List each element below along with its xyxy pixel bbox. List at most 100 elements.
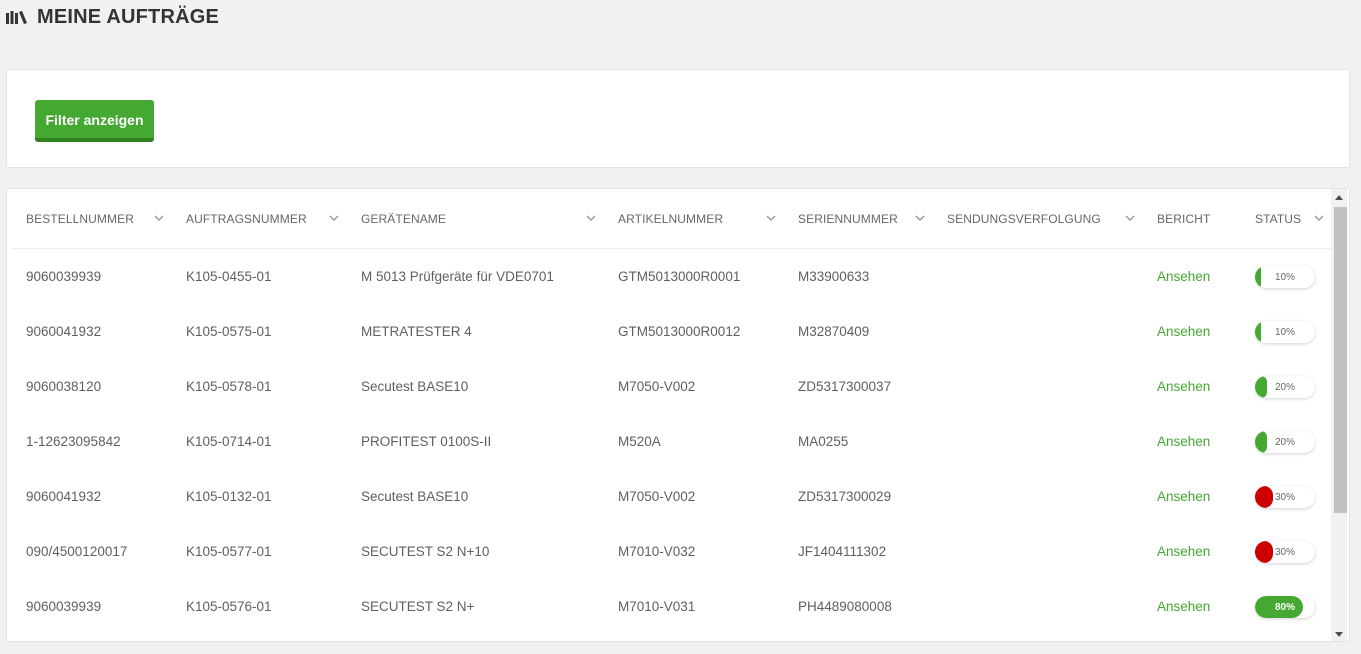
cell-auftragsnummer: K105-0575-01	[186, 324, 272, 339]
chevron-down-icon[interactable]	[328, 213, 340, 223]
cell-seriennummer: M33900633	[798, 269, 870, 284]
column-header-seriennummer[interactable]: SERIENNUMMER	[783, 189, 932, 249]
table-row: 1-12623095842 K105-0714-01 PROFITEST 0100S…	[11, 414, 1331, 469]
status-percent-label: 30%	[1274, 491, 1295, 503]
vertical-scrollbar[interactable]	[1331, 189, 1347, 641]
orders-table-card: BESTELLNUMMER AUFTRAGSNUMMER GERÄTENAME ART…	[6, 188, 1350, 642]
table-row: 9060039939 K105-0455-01 M 5013 Prüfgeräte …	[11, 249, 1331, 304]
column-header-label: ARTIKELNUMMER	[618, 212, 724, 226]
cell-geraetename: Secutest BASE10	[361, 379, 469, 394]
scrollbar-thumb[interactable]	[1334, 207, 1347, 513]
view-report-link[interactable]: Ansehen	[1142, 304, 1240, 359]
cell-artikelnummer: M7050-V002	[618, 379, 696, 394]
status-percent-label: 10%	[1274, 326, 1295, 338]
column-header-label: STATUS	[1255, 212, 1302, 226]
status-progress-bar: 80%	[1255, 596, 1315, 618]
cell-bestellnummer: 1-12623095842	[26, 434, 121, 449]
cell-seriennummer: JF1404111302	[798, 544, 887, 559]
status-progress-bar: 30%	[1255, 541, 1315, 563]
cell-artikelnummer: M7010-V032	[618, 544, 696, 559]
cell-sendungsverfolgung	[932, 414, 1142, 469]
column-header-status[interactable]: STATUS	[1240, 189, 1331, 249]
cell-artikelnummer: GTM5013000R0012	[618, 324, 741, 339]
cell-auftragsnummer: K105-0132-01	[186, 489, 272, 504]
cell-artikelnummer: M7050-V002	[618, 489, 696, 504]
view-report-link[interactable]: Ansehen	[1142, 469, 1240, 524]
column-header-auftragsnummer[interactable]: AUFTRAGSNUMMER	[171, 189, 346, 249]
scroll-up-arrow-icon[interactable]	[1335, 195, 1343, 200]
cell-bestellnummer: 9060039939	[26, 599, 102, 614]
chevron-down-icon[interactable]	[1124, 213, 1136, 223]
cell-sendungsverfolgung	[932, 579, 1142, 634]
column-header-bestellnummer[interactable]: BESTELLNUMMER	[11, 189, 171, 249]
cell-geraetename: SECUTEST S2 N+10	[361, 544, 490, 559]
table-row: 9060041932 K105-0575-01 METRATESTER 4 GTM50…	[11, 304, 1331, 359]
table-row: 9060038120 K105-0578-01 Secutest BASE10 M70…	[11, 359, 1331, 414]
filter-panel: Filter anzeigen	[6, 69, 1350, 168]
column-header-label: SENDUNGSVERFOLGUNG	[947, 212, 1101, 226]
cell-geraetename: Secutest BASE10	[361, 489, 469, 504]
view-report-link[interactable]: Ansehen	[1142, 524, 1240, 579]
chevron-down-icon[interactable]	[585, 213, 597, 223]
chevron-down-icon[interactable]	[765, 213, 777, 223]
cell-seriennummer: ZD5317300029	[798, 489, 892, 504]
cell-sendungsverfolgung	[932, 469, 1142, 524]
cell-auftragsnummer: K105-0455-01	[186, 269, 272, 284]
column-header-artikelnummer[interactable]: ARTIKELNUMMER	[603, 189, 783, 249]
cell-geraetename: PROFITEST 0100S-II	[361, 434, 492, 449]
cell-bestellnummer: 9060041932	[26, 489, 102, 504]
column-header-label: BERICHT	[1157, 212, 1211, 226]
status-progress-bar: 20%	[1255, 431, 1315, 453]
status-percent-label: 20%	[1274, 381, 1295, 393]
view-report-link[interactable]: Ansehen	[1142, 359, 1240, 414]
column-header-label: BESTELLNUMMER	[26, 212, 134, 226]
status-progress-bar: 10%	[1255, 321, 1315, 343]
status-percent-label: 30%	[1274, 546, 1295, 558]
status-percent-label: 80%	[1274, 601, 1295, 613]
view-report-link[interactable]: Ansehen	[1142, 249, 1240, 304]
chevron-down-icon[interactable]	[153, 213, 165, 223]
cell-artikelnummer: GTM5013000R0001	[618, 269, 741, 284]
cell-auftragsnummer: K105-0576-01	[186, 599, 272, 614]
cell-seriennummer: ZD5317300037	[798, 379, 892, 394]
status-progress-bar: 10%	[1255, 266, 1315, 288]
show-filter-button[interactable]: Filter anzeigen	[35, 100, 154, 142]
column-header-bericht: BERICHT	[1142, 189, 1240, 249]
scroll-down-arrow-icon[interactable]	[1335, 632, 1343, 637]
column-header-label: GERÄTENAME	[361, 212, 447, 226]
cell-seriennummer: M32870409	[798, 324, 870, 339]
status-percent-label: 10%	[1274, 271, 1295, 283]
page-title: MEINE AUFTRÄGE	[37, 5, 220, 28]
cell-seriennummer: PH4489080008	[798, 599, 892, 614]
cell-geraetename: M 5013 Prüfgeräte für VDE0701	[361, 269, 554, 284]
cell-seriennummer: MA0255	[798, 434, 849, 449]
column-header-label: SERIENNUMMER	[798, 212, 898, 226]
books-icon	[6, 10, 28, 24]
status-percent-label: 20%	[1274, 436, 1295, 448]
cell-auftragsnummer: K105-0714-01	[186, 434, 272, 449]
column-header-label: AUFTRAGSNUMMER	[186, 212, 307, 226]
cell-geraetename: SECUTEST S2 N+	[361, 599, 475, 614]
table-row: 9060041932 K105-0132-01 Secutest BASE10 M70…	[11, 469, 1331, 524]
chevron-down-icon[interactable]	[914, 213, 926, 223]
cell-bestellnummer: 9060038120	[26, 379, 102, 394]
cell-auftragsnummer: K105-0578-01	[186, 379, 272, 394]
cell-bestellnummer: 9060039939	[26, 269, 102, 284]
chevron-down-icon[interactable]	[1313, 213, 1325, 223]
table-row: 9060039939 K105-0576-01 SECUTEST S2 N+ M701…	[11, 579, 1331, 634]
cell-artikelnummer: M7010-V031	[618, 599, 696, 614]
view-report-link[interactable]: Ansehen	[1142, 414, 1240, 469]
cell-sendungsverfolgung	[932, 304, 1142, 359]
cell-auftragsnummer: K105-0577-01	[186, 544, 272, 559]
view-report-link[interactable]: Ansehen	[1142, 579, 1240, 634]
column-header-geraetename[interactable]: GERÄTENAME	[346, 189, 603, 249]
page-header: MEINE AUFTRÄGE	[6, 4, 219, 30]
cell-geraetename: METRATESTER 4	[361, 324, 472, 339]
cell-bestellnummer: 9060041932	[26, 324, 102, 339]
column-header-sendungsverfolgung[interactable]: SENDUNGSVERFOLGUNG	[932, 189, 1142, 249]
orders-table: BESTELLNUMMER AUFTRAGSNUMMER GERÄTENAME ART…	[11, 189, 1331, 641]
cell-sendungsverfolgung	[932, 359, 1142, 414]
table-header: BESTELLNUMMER AUFTRAGSNUMMER GERÄTENAME ART…	[11, 189, 1331, 249]
cell-bestellnummer: 090/4500120017	[26, 544, 128, 559]
table-row: 090/4500120017 K105-0577-01 SECUTEST S2 N+…	[11, 524, 1331, 579]
